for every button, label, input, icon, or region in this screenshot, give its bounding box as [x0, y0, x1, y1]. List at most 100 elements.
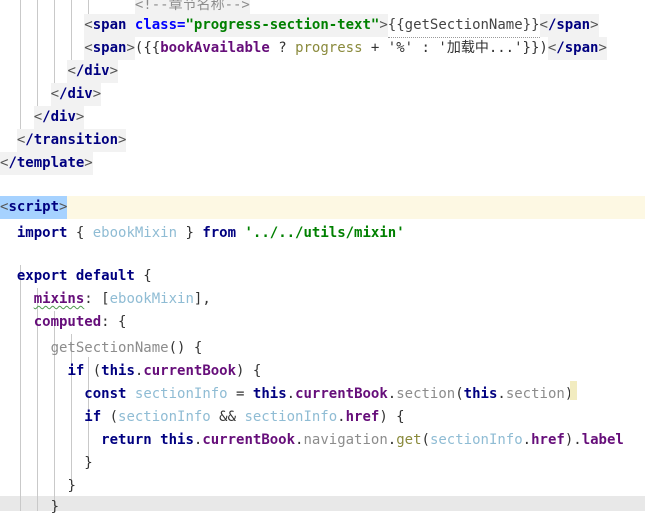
code-token: } [67, 478, 76, 494]
code-editor[interactable]: <!--章节名称--> <span class="progress-sectio… [0, 0, 645, 515]
code-token: sectionInfo [244, 409, 338, 425]
code-token: . [193, 432, 203, 448]
code-line[interactable]: <script> [0, 196, 645, 219]
code-token: } [84, 455, 93, 471]
code-line[interactable]: } [0, 452, 645, 475]
code-token: ebookMixin [92, 225, 178, 241]
code-token: > [379, 14, 388, 37]
code-token: sectionInfo [134, 386, 228, 402]
code-token: navigation [303, 432, 388, 448]
code-token: /div [59, 83, 93, 106]
code-token: return [101, 432, 152, 448]
code-token: /span [547, 14, 591, 37]
code-token: ], [193, 291, 211, 307]
code-line[interactable] [0, 175, 645, 198]
code-token: href [531, 432, 565, 448]
code-token: if [84, 409, 102, 425]
code-token: /template [8, 152, 85, 175]
code-token: /div [75, 60, 110, 83]
code-token: section [396, 386, 456, 402]
code-line[interactable]: </div> [0, 60, 645, 83]
code-line[interactable]: import { ebookMixin } from '../../utils/… [0, 222, 645, 245]
code-token: mixins [33, 291, 85, 307]
code-token: computed [33, 314, 102, 330]
code-line[interactable]: </div> [0, 106, 645, 129]
code-token: < [84, 37, 93, 60]
code-token: this [160, 432, 194, 448]
code-token: href [345, 409, 380, 425]
code-token: export default [16, 268, 135, 284]
code-token: section [505, 386, 565, 402]
code-token: {{getSectionName}} [387, 14, 540, 38]
code-token: < [16, 129, 26, 152]
code-token: > [59, 196, 68, 219]
code-line[interactable]: export default { [0, 265, 645, 288]
code-token: label [581, 432, 624, 448]
code-token: < [0, 196, 9, 219]
code-token: '../../utils/mixin' [244, 225, 405, 241]
code-token: > [84, 152, 93, 175]
code-token: > [118, 129, 127, 152]
code-line[interactable]: getSectionName() { [0, 337, 645, 360]
code-token: '加载中...' [438, 40, 523, 56]
code-token: . [337, 409, 346, 425]
code-token: > [598, 37, 607, 60]
code-line[interactable]: computed: { [0, 311, 645, 334]
code-token: : [413, 40, 439, 56]
code-line[interactable]: if (sectionInfo && sectionInfo.href) { [0, 406, 645, 429]
code-token: : [ [84, 291, 110, 307]
code-token: < [0, 152, 9, 175]
code-token: < [67, 60, 76, 83]
code-token: ( [101, 409, 119, 425]
code-line[interactable]: <span>({{bookAvailable ? progress + '%' … [0, 37, 645, 60]
code-line[interactable]: <span class="progress-section-text">{{ge… [0, 14, 645, 38]
code-token: > [590, 14, 599, 37]
code-token: from [202, 225, 237, 241]
code-token: span [92, 14, 127, 37]
code-token: && [210, 409, 245, 425]
code-line[interactable]: if (this.currentBook) { [0, 360, 645, 383]
code-line[interactable]: </div> [0, 83, 645, 106]
code-token: < [539, 14, 548, 37]
code-line[interactable]: </transition> [0, 129, 645, 152]
code-token: . [387, 386, 397, 402]
code-line[interactable]: } [0, 496, 645, 519]
code-token: this [252, 386, 287, 402]
code-token: }}) [522, 40, 548, 56]
code-token: span [92, 37, 127, 60]
code-token: } [177, 225, 203, 241]
code-token: > [109, 60, 119, 83]
code-token: . [286, 386, 296, 402]
code-token: . [387, 432, 397, 448]
code-token: currentBook [202, 432, 296, 448]
code-token: /span [556, 37, 599, 60]
code-line[interactable]: const sectionInfo = this.currentBook.sec… [0, 383, 645, 406]
code-token: sectionInfo [118, 409, 211, 425]
code-line[interactable]: mixins: [ebookMixin], [0, 288, 645, 311]
code-token: '%' [387, 40, 414, 56]
code-token: ( [455, 386, 464, 402]
code-token: = [227, 386, 253, 402]
code-token: . [134, 363, 144, 379]
code-token: . [497, 386, 506, 402]
code-token: get [396, 432, 422, 448]
code-token: script [8, 196, 60, 219]
code-token: currentBook [143, 363, 237, 379]
code-line[interactable]: </template> [0, 152, 645, 175]
code-line[interactable]: } [0, 475, 645, 498]
code-token: this [463, 386, 498, 402]
code-token: progress [295, 40, 363, 56]
code-token: < [50, 83, 60, 106]
code-token: ) { [236, 363, 262, 379]
code-token: < [547, 37, 557, 60]
code-line[interactable]: return this.currentBook.navigation.get(s… [0, 429, 645, 452]
